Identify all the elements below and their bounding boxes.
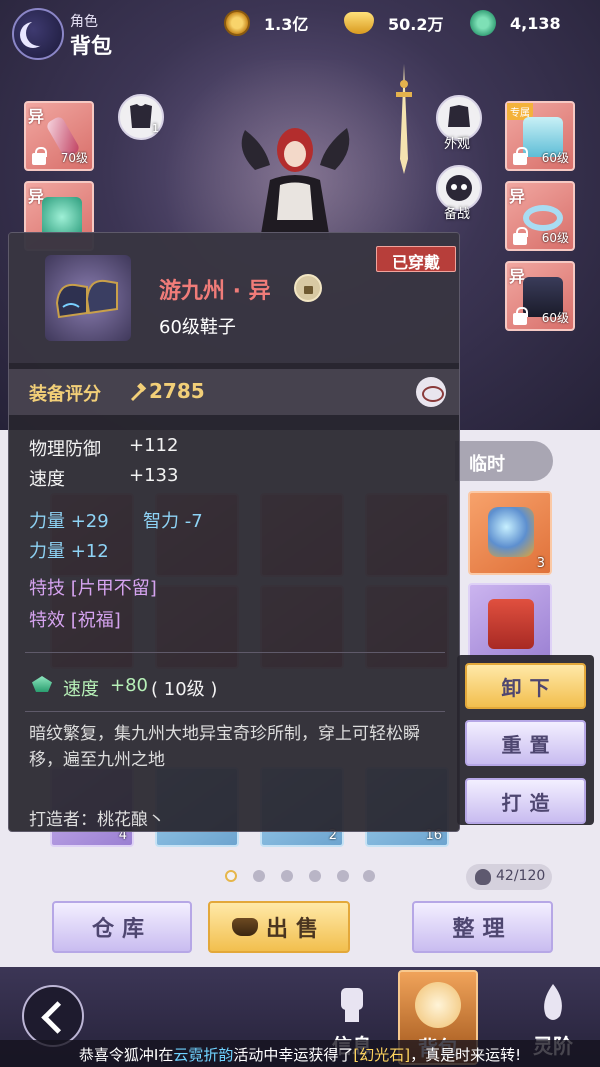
item-icon xyxy=(45,255,131,341)
bag-capacity: 42/120 xyxy=(466,864,552,890)
capacity-value: 42/120 xyxy=(496,868,546,884)
equip-slot-armor[interactable]: 专属 60级 xyxy=(505,101,575,171)
armor-count: 1 xyxy=(152,122,159,135)
sell-button[interactable]: 出售 xyxy=(208,901,350,953)
sort-label: 整理 xyxy=(452,917,513,942)
back-button[interactable] xyxy=(22,985,84,1047)
item-tooltip: 游九州 · 异 60级鞋子 已穿戴 装备评分 2785 物理防御 +112 速度… xyxy=(8,232,460,832)
flame-icon xyxy=(530,980,576,1026)
page-dot[interactable] xyxy=(309,870,321,882)
gem-level: ( 10级 ) xyxy=(151,679,218,700)
divider xyxy=(25,711,445,712)
equip-slot-boots[interactable]: 异 60级 xyxy=(505,261,575,331)
bag-icon xyxy=(475,869,491,885)
coin-icon xyxy=(224,10,250,36)
equip-slot-bracelet[interactable]: 异 60级 xyxy=(505,181,575,251)
stat-value: +112 xyxy=(129,435,179,456)
gem-icon xyxy=(32,676,52,692)
eye-icon[interactable] xyxy=(416,377,446,407)
gem-stat: 速度 xyxy=(63,679,99,700)
standby-label: 备战 xyxy=(444,207,471,222)
moon-avatar-icon[interactable] xyxy=(12,8,64,60)
hammer-icon xyxy=(131,383,147,401)
attr-intellect: 智力 -7 xyxy=(143,511,203,532)
lock-icon xyxy=(513,147,528,165)
tab-temporary[interactable]: 临时 xyxy=(455,441,553,481)
attr-strength-bonus: 力量 +12 xyxy=(29,541,109,562)
bag-cell-crystal[interactable]: 3 xyxy=(468,491,552,575)
currency-jade[interactable]: 4,138 xyxy=(470,10,561,36)
slot-level: 60级 xyxy=(541,231,569,245)
reset-button[interactable]: 重置 xyxy=(465,720,586,766)
page-dot[interactable] xyxy=(281,870,293,882)
lock-icon[interactable] xyxy=(294,274,322,302)
score-label: 装备评分 xyxy=(29,384,101,405)
slot-level: 60级 xyxy=(541,151,569,165)
slot-tag: 异 xyxy=(509,187,526,206)
special-skill: 特技 [片甲不留] xyxy=(29,578,157,599)
ticker-event: 云霓折韵 xyxy=(173,1046,234,1064)
bracelet-icon xyxy=(523,205,563,231)
page-dot[interactable] xyxy=(253,870,265,882)
slot-level: 70级 xyxy=(60,151,88,165)
boots-icon xyxy=(55,279,118,319)
item-type: 60级鞋子 xyxy=(159,317,236,338)
page-title: 背包 xyxy=(70,34,112,58)
appearance-label: 外观 xyxy=(444,137,471,152)
gem-value: +80 xyxy=(110,675,148,696)
jade-value: 4,138 xyxy=(510,13,561,33)
page-dot[interactable] xyxy=(225,870,237,882)
equip-slot-weapon[interactable]: 异 70级 xyxy=(24,101,94,171)
item-crafter: 打造者：桃花酿丶 xyxy=(29,810,165,830)
role-label: 角色 xyxy=(70,14,98,30)
cell-count: 3 xyxy=(536,556,545,571)
warehouse-label: 仓库 xyxy=(91,917,152,942)
announcement-ticker: 恭喜令狐冲I在云霓折韵活动中幸运获得了[幻光石]，真是时来运转! xyxy=(0,1040,600,1067)
unequip-label: 卸下 xyxy=(501,675,558,700)
top-bar: 角色 背包 1.3亿 50.2万 4,138 xyxy=(0,0,600,60)
ticker-suffix: ，真是时来运转! xyxy=(410,1046,522,1064)
character-figure xyxy=(241,128,350,240)
page-dot[interactable] xyxy=(337,870,349,882)
floating-sword xyxy=(396,64,412,174)
page-dot[interactable] xyxy=(363,870,375,882)
special-effect: 特效 [祝福] xyxy=(29,610,121,631)
currency-ingot[interactable]: 50.2万 xyxy=(344,10,443,36)
sell-label: 出售 xyxy=(265,917,326,942)
forge-button[interactable]: 打造 xyxy=(465,778,586,824)
warehouse-button[interactable]: 仓库 xyxy=(52,901,192,953)
divider xyxy=(25,652,445,653)
item-name: 游九州 · 异 xyxy=(159,279,271,304)
ingot-icon xyxy=(344,12,374,34)
currency-coin[interactable]: 1.3亿 xyxy=(224,10,308,36)
unequip-button[interactable]: 卸下 xyxy=(465,663,586,709)
jade-icon xyxy=(470,10,496,36)
gift-box-icon xyxy=(488,599,534,649)
equipped-badge: 已穿戴 xyxy=(376,246,456,272)
lock-icon xyxy=(513,307,528,325)
fist-icon xyxy=(329,980,375,1026)
jade-ornament-icon xyxy=(42,197,82,237)
reset-label: 重置 xyxy=(501,732,558,757)
stat-value: +133 xyxy=(129,465,179,486)
money-bag-icon xyxy=(415,982,461,1028)
attr-strength: 力量 +29 xyxy=(29,511,109,532)
ticker-prefix: 恭喜令狐冲I在 xyxy=(78,1046,174,1064)
stat-label: 物理防御 xyxy=(29,439,101,460)
ticker-item: [幻光石] xyxy=(353,1046,411,1064)
ingot-icon xyxy=(231,918,258,936)
ingot-value: 50.2万 xyxy=(388,15,444,34)
slot-tag: 异 xyxy=(28,107,45,126)
lock-icon xyxy=(32,147,47,165)
ticker-middle: 活动中幸运获得了 xyxy=(233,1046,354,1064)
crystal-icon xyxy=(488,507,534,557)
item-description: 暗纹繁复，集九州大地异宝奇珍所制，穿上可轻松瞬移，遍至九州之地 xyxy=(29,724,420,770)
stat-label: 速度 xyxy=(29,469,65,490)
slot-level: 60级 xyxy=(541,311,569,325)
forge-label: 打造 xyxy=(501,790,558,815)
score-value: 2785 xyxy=(149,379,205,403)
sort-button[interactable]: 整理 xyxy=(412,901,553,953)
coin-value: 1.3亿 xyxy=(264,15,309,34)
lock-icon xyxy=(513,227,528,245)
